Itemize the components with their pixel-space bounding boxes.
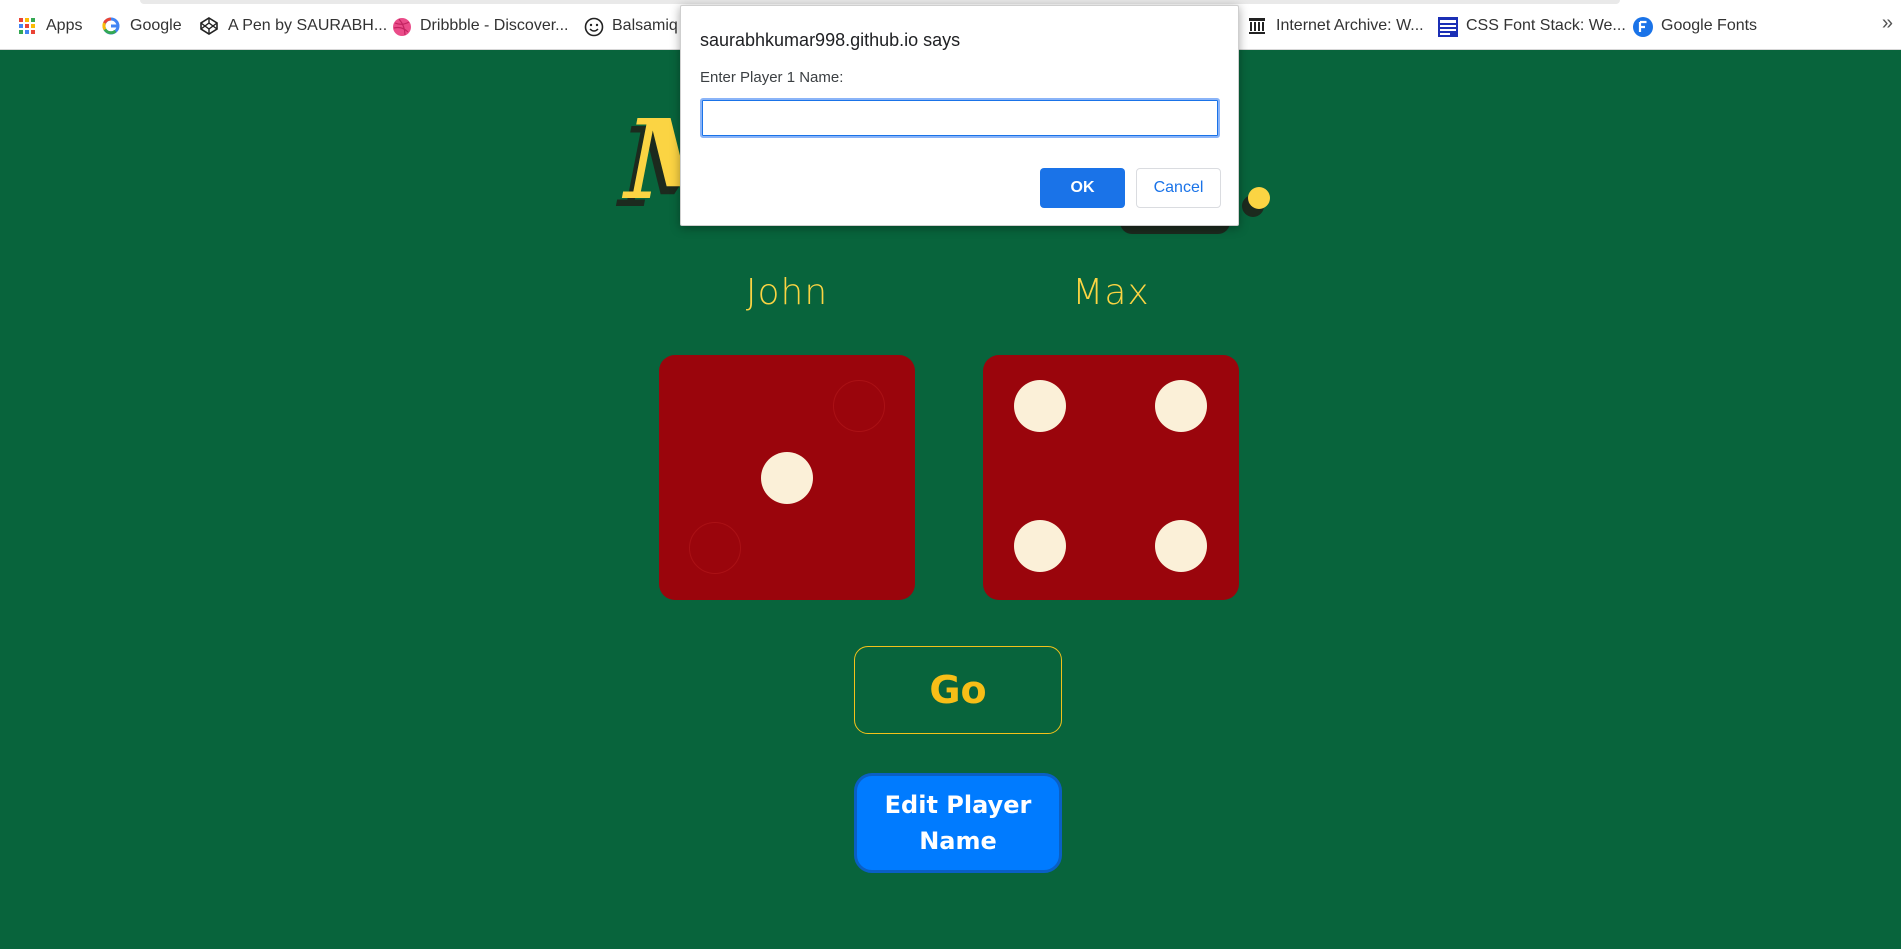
bookmark-internet-archive[interactable]: Internet Archive: W...	[1248, 14, 1424, 38]
archive-icon	[1248, 17, 1266, 35]
die-pip-hidden	[833, 380, 885, 432]
css-font-stack-icon	[1438, 17, 1458, 37]
player-2-name: Max	[1072, 272, 1150, 313]
title-dot	[1248, 187, 1270, 209]
dribbble-icon	[392, 17, 411, 36]
bookmark-label: Apps	[46, 17, 83, 34]
cancel-button[interactable]: Cancel	[1136, 168, 1221, 208]
google-icon	[102, 17, 120, 35]
die-pip	[1155, 380, 1207, 432]
player-1-name: John	[745, 272, 829, 313]
die-pip	[761, 452, 813, 504]
bookmark-dribbble[interactable]: Dribbble - Discover...	[392, 14, 569, 38]
player-1-die	[659, 355, 915, 600]
ok-button[interactable]: OK	[1040, 168, 1125, 208]
bookmark-label: CSS Font Stack: We...	[1466, 17, 1626, 34]
bookmark-label: Internet Archive: W...	[1276, 17, 1424, 34]
bookmark-balsamiq[interactable]: Balsamiq	[584, 14, 678, 38]
dialog-origin: saurabhkumar998.github.io says	[700, 30, 961, 50]
player-name-input[interactable]	[700, 98, 1220, 138]
bookmark-label: Balsamiq	[612, 17, 678, 34]
go-button[interactable]: Go	[854, 646, 1062, 734]
die-pip	[1155, 520, 1207, 572]
bookmark-google-fonts[interactable]: Google Fonts	[1633, 14, 1757, 38]
bookmark-apps[interactable]: Apps	[18, 14, 82, 38]
smiley-icon	[584, 17, 604, 37]
google-fonts-icon	[1633, 17, 1653, 37]
bookmark-label: Google Fonts	[1661, 17, 1758, 34]
bookmark-css-font-stack[interactable]: CSS Font Stack: We...	[1438, 14, 1626, 38]
die-pip	[1014, 520, 1066, 572]
prompt-dialog: saurabhkumar998.github.io says Enter Pla…	[680, 5, 1239, 226]
bookmark-codepen[interactable]: A Pen by SAURABH...	[200, 14, 387, 38]
edit-player-name-button[interactable]: Edit Player Name	[854, 773, 1062, 873]
bookmarks-overflow-chevron-icon[interactable]: »	[1882, 12, 1893, 35]
bookmark-label: A Pen by SAURABH...	[228, 17, 388, 34]
codepen-icon	[200, 17, 218, 35]
bookmark-google[interactable]: Google	[102, 14, 182, 38]
die-pip-hidden	[689, 522, 741, 574]
apps-grid-icon	[18, 17, 36, 35]
bookmark-label: Dribbble - Discover...	[420, 17, 569, 34]
bookmark-label: Google	[130, 17, 182, 34]
tab-strip-edge	[140, 0, 1620, 4]
dialog-message: Enter Player 1 Name:	[700, 69, 844, 86]
die-pip	[1014, 380, 1066, 432]
player-2-die	[983, 355, 1239, 600]
